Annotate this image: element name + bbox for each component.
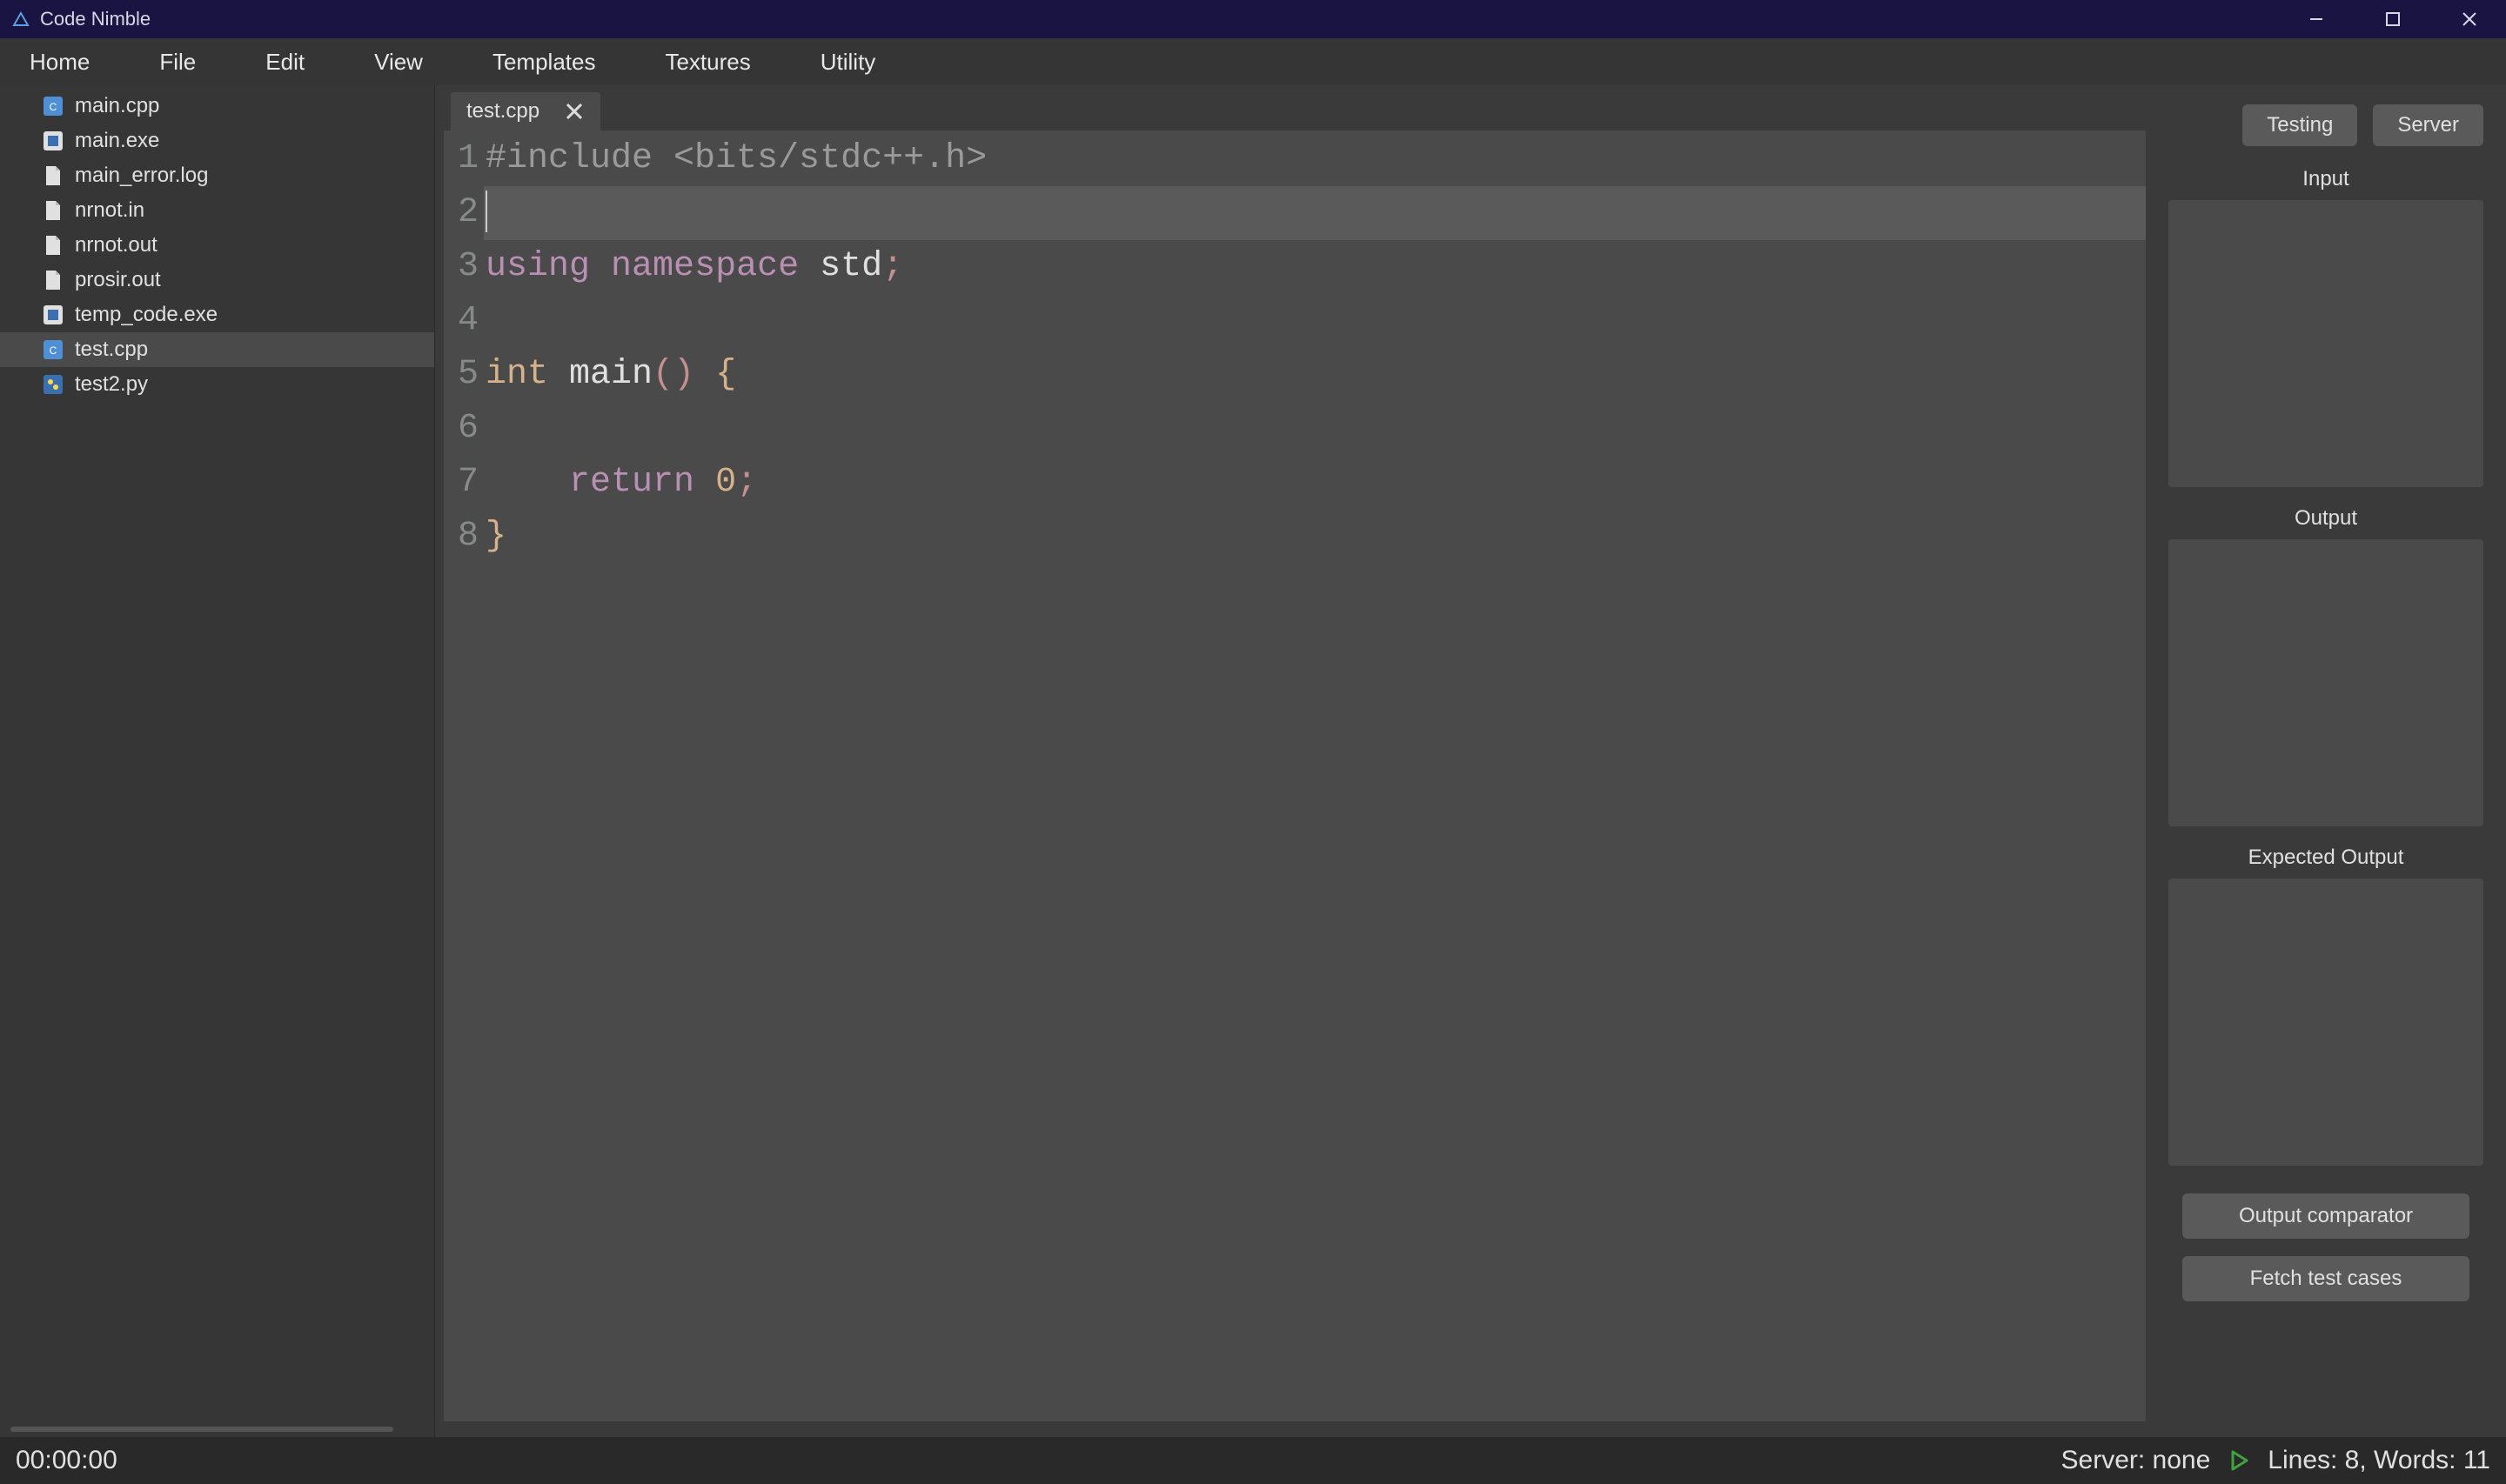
file-name: main_error.log [75,164,208,188]
py-file-icon [42,373,64,396]
statusbar: 00:00:00 Server: none Lines: 8, Words: 1… [0,1437,2506,1484]
menu-templates[interactable]: Templates [482,43,606,81]
menu-view[interactable]: View [364,43,433,81]
code-editor[interactable]: 12345678 #include <bits/stdc++.h> using n… [444,130,2146,1421]
line-number: 1 [444,132,479,186]
titlebar: Code Nimble [0,0,2506,38]
file-row[interactable]: main_error.log [0,158,434,193]
expected-output-box[interactable] [2168,879,2483,1166]
tab-strip: test.cpp [444,85,2146,130]
svg-text:C: C [50,344,57,357]
line-number: 5 [444,348,479,402]
line-number: 3 [444,240,479,294]
file-row[interactable]: nrnot.out [0,228,434,263]
menu-home[interactable]: Home [19,43,100,81]
menu-file[interactable]: File [149,43,206,81]
file-file-icon [42,164,64,187]
input-box[interactable] [2168,200,2483,487]
window-close-button[interactable] [2452,2,2487,37]
menu-utility[interactable]: Utility [810,43,887,81]
file-name: test2.py [75,372,148,397]
cpp-file-icon: C [42,338,64,361]
file-file-icon [42,269,64,291]
window-minimize-button[interactable] [2299,2,2334,37]
sidebar-scrollbar[interactable] [10,1427,393,1432]
file-row[interactable]: test2.py [0,367,434,402]
app-icon [10,9,31,30]
file-file-icon [42,234,64,257]
line-number: 4 [444,294,479,348]
code-line[interactable]: int main() { [484,348,2146,402]
code-line[interactable]: #include <bits/stdc++.h> [484,132,2146,186]
server-button[interactable]: Server [2373,104,2483,146]
timer: 00:00:00 [16,1446,117,1475]
run-icon[interactable] [2228,1449,2250,1472]
output-comparator-button[interactable]: Output comparator [2182,1193,2469,1239]
file-row[interactable]: temp_code.exe [0,297,434,332]
menu-textures[interactable]: Textures [654,43,761,81]
right-panel: Testing Server Input Output Expected Out… [2161,85,2506,1437]
file-name: temp_code.exe [75,303,218,327]
file-explorer: Cmain.cpp main.exe main_error.log nrnot.in n… [0,85,435,1437]
window-maximize-button[interactable] [2375,2,2410,37]
code-line[interactable]: } [484,510,2146,564]
svg-text:C: C [50,101,57,113]
app-title: Code Nimble [40,8,151,30]
code-line[interactable] [484,186,2146,240]
code-line[interactable]: return 0; [484,456,2146,510]
file-row[interactable]: Ctest.cpp [0,332,434,367]
code-line[interactable] [484,402,2146,456]
file-name: test.cpp [75,338,148,362]
file-row[interactable]: Cmain.cpp [0,89,434,124]
menu-edit[interactable]: Edit [255,43,315,81]
file-name: prosir.out [75,268,161,292]
line-number: 2 [444,186,479,240]
server-status: Server: none [2061,1446,2211,1475]
file-name: nrnot.out [75,233,157,257]
text-cursor [486,191,487,232]
output-label: Output [2168,506,2483,531]
line-number: 6 [444,402,479,456]
code-line[interactable] [484,294,2146,348]
input-label: Input [2168,167,2483,191]
menubar: Home File Edit View Templates Textures U… [0,38,2506,85]
tab-test-cpp[interactable]: test.cpp [451,92,600,130]
code-line[interactable]: using namespace std; [484,240,2146,294]
file-row[interactable]: main.exe [0,124,434,158]
line-number: 7 [444,456,479,510]
expected-output-label: Expected Output [2168,846,2483,870]
line-number-gutter: 12345678 [444,130,484,1421]
file-row[interactable]: nrnot.in [0,193,434,228]
editor-pane: test.cpp 12345678 #include <bits/stdc++.… [435,85,2161,1437]
file-row[interactable]: prosir.out [0,263,434,297]
tab-label: test.cpp [466,99,539,124]
file-name: main.cpp [75,94,159,118]
file-name: nrnot.in [75,198,144,223]
output-box[interactable] [2168,539,2483,826]
testing-button[interactable]: Testing [2242,104,2357,146]
close-icon[interactable] [564,101,585,122]
cpp-file-icon: C [42,95,64,117]
line-number: 8 [444,510,479,564]
lines-words-status: Lines: 8, Words: 11 [2268,1446,2490,1475]
exe-file-icon [42,304,64,326]
file-name: main.exe [75,129,159,153]
fetch-test-cases-button[interactable]: Fetch test cases [2182,1256,2469,1301]
file-file-icon [42,199,64,222]
exe-file-icon [42,130,64,152]
